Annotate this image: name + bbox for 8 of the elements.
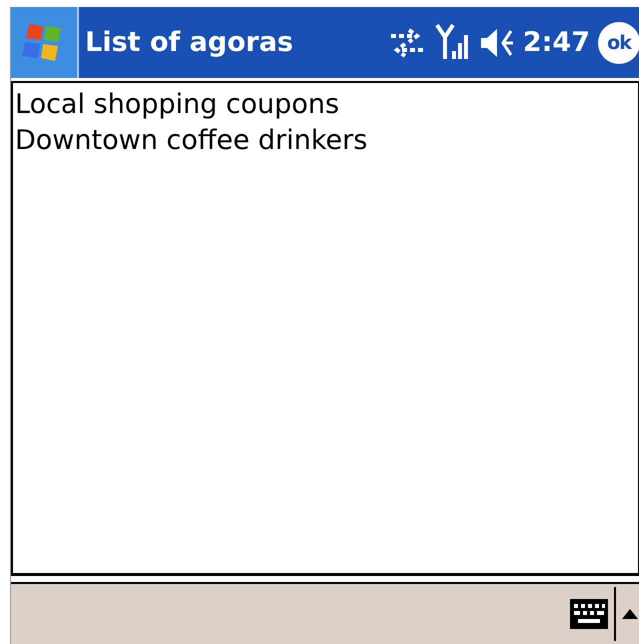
up-arrow-icon[interactable] (622, 609, 638, 619)
list-item[interactable]: Downtown coffee drinkers (15, 123, 636, 159)
ok-button[interactable]: ok (598, 22, 639, 64)
keyboard-icon[interactable] (570, 599, 608, 629)
list-item[interactable]: Local shopping coupons (15, 87, 636, 123)
window-title: List of agoras (85, 27, 294, 58)
clock-time[interactable]: 2:47 (522, 27, 590, 58)
start-button[interactable] (11, 7, 79, 78)
